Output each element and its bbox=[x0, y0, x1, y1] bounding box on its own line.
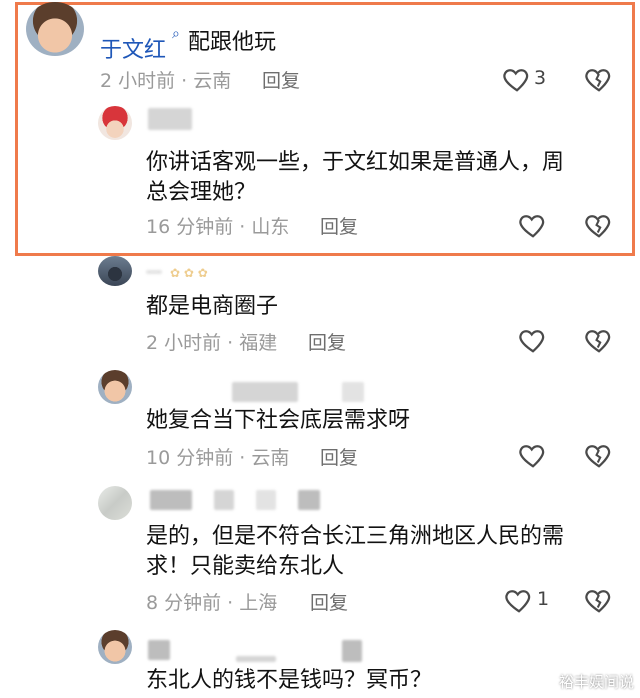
comment-text-line2: 求！只能卖给东北人 bbox=[146, 554, 345, 579]
heart-icon[interactable] bbox=[518, 325, 548, 355]
heartbreak-icon[interactable] bbox=[584, 325, 614, 355]
heartbreak-icon[interactable] bbox=[584, 440, 614, 470]
comment-text-line1: 你讲话客观一些，于文红如果是普通人，周 bbox=[146, 150, 565, 175]
username-redacted bbox=[342, 640, 362, 662]
comment-meta: 8 分钟前 · 上海 bbox=[146, 592, 278, 614]
reply-button[interactable]: 回复 bbox=[320, 212, 358, 239]
comment-text-line1: 是的，但是不符合长江三角洲地区人民的需 bbox=[146, 524, 565, 549]
comment-text-line2: 总会理她？ bbox=[146, 180, 257, 205]
reply-button[interactable]: 回复 bbox=[262, 66, 300, 93]
comment-meta: 10 分钟前 · 云南 bbox=[146, 447, 290, 469]
heart-icon[interactable] bbox=[518, 210, 548, 240]
username-redacted bbox=[342, 382, 364, 402]
heartbreak-icon[interactable] bbox=[584, 64, 614, 94]
heartbreak-icon[interactable] bbox=[584, 210, 614, 240]
comment-text: 都是电商圈子 bbox=[146, 294, 279, 319]
comment-text: 她复合当下社会底层需求呀 bbox=[146, 408, 411, 433]
username-redacted bbox=[148, 108, 192, 130]
avatar[interactable] bbox=[26, 2, 84, 56]
comment-meta: 2 小时前 · 福建 bbox=[146, 332, 278, 354]
username-redacted bbox=[146, 270, 162, 274]
search-icon[interactable]: ⌕ bbox=[172, 26, 180, 42]
heart-icon[interactable] bbox=[502, 64, 532, 94]
heartbreak-icon[interactable] bbox=[584, 585, 614, 615]
like-count: 1 bbox=[537, 588, 550, 610]
avatar[interactable] bbox=[98, 256, 132, 286]
avatar[interactable] bbox=[98, 486, 132, 520]
comment-text: 东北人的钱不是钱吗？冥币？ bbox=[146, 668, 433, 693]
like-count: 3 bbox=[534, 67, 547, 89]
username-redacted bbox=[298, 490, 320, 510]
username-redacted bbox=[236, 656, 276, 662]
decorative-emoji: ✿ ✿ ✿ bbox=[170, 266, 208, 280]
comment-text: 配跟他玩 bbox=[188, 30, 277, 55]
comment-username-link[interactable]: 于文红 bbox=[100, 32, 166, 64]
username-redacted bbox=[214, 490, 234, 510]
heart-icon[interactable] bbox=[504, 585, 534, 615]
username-redacted bbox=[150, 490, 192, 510]
reply-button[interactable]: 回复 bbox=[310, 588, 348, 615]
avatar[interactable] bbox=[98, 106, 132, 140]
comment-meta: 16 分钟前 · 山东 bbox=[146, 216, 290, 238]
avatar[interactable] bbox=[98, 370, 132, 404]
reply-button[interactable]: 回复 bbox=[320, 443, 358, 470]
username-redacted bbox=[148, 640, 170, 660]
username-redacted bbox=[232, 382, 298, 402]
comment-meta: 2 小时前 · 云南 bbox=[100, 70, 232, 92]
reply-button[interactable]: 回复 bbox=[308, 328, 346, 355]
watermark: 裕丰娱间说 bbox=[558, 673, 634, 691]
username-redacted bbox=[256, 490, 276, 510]
heart-icon[interactable] bbox=[518, 440, 548, 470]
avatar[interactable] bbox=[98, 630, 132, 664]
